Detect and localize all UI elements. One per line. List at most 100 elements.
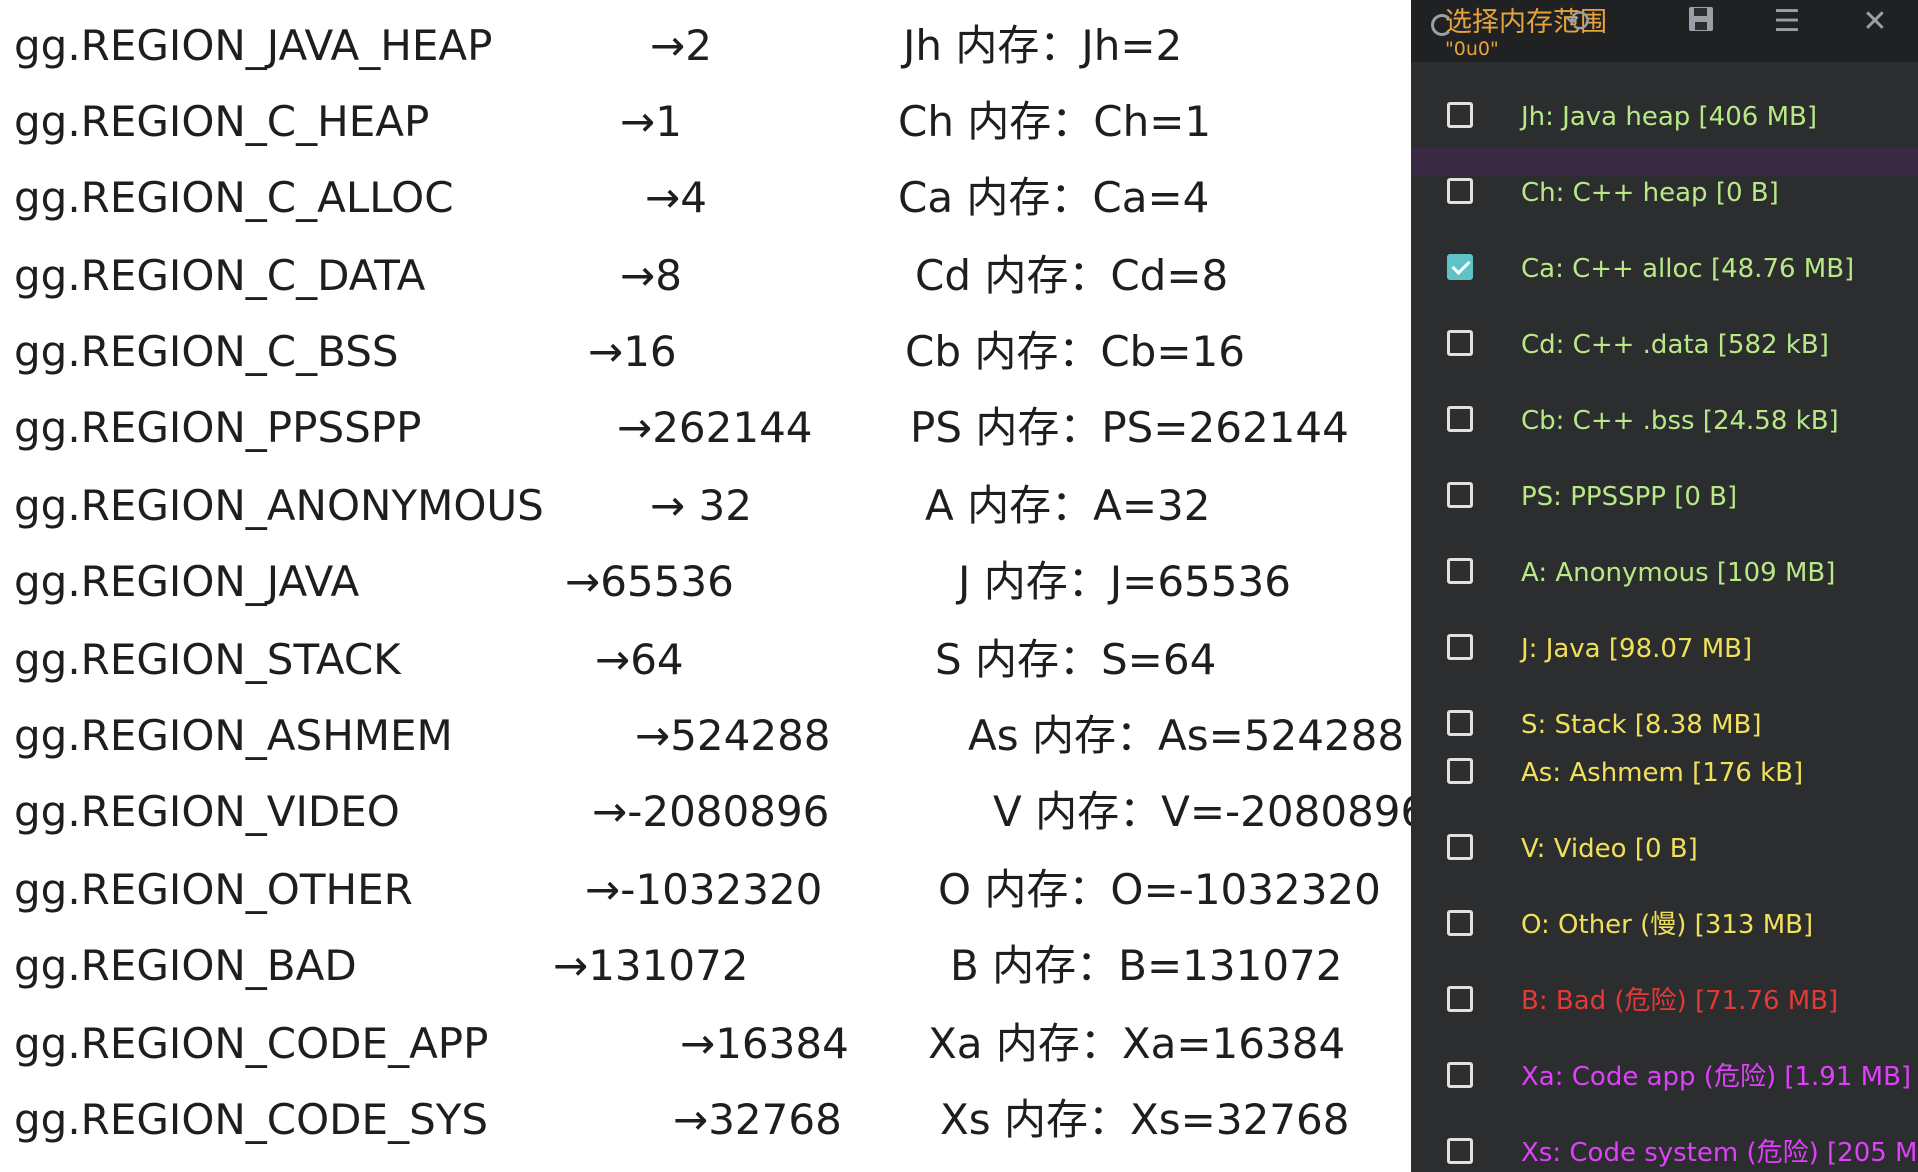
region-checkbox[interactable] <box>1447 710 1473 736</box>
dialog-subtitle: "0u0" <box>1445 38 1499 60</box>
region-row: gg.REGION_STACK →64 S 内存：S=64 <box>0 622 1411 698</box>
region-row: gg.REGION_VIDEO →-2080896 V 内存：V=-2080896 <box>0 774 1427 850</box>
region-note: PS 内存：PS=262144 <box>910 403 1349 452</box>
region-checkbox[interactable] <box>1447 406 1473 432</box>
region-label: Ca: C++ alloc [48.76 MB] <box>1521 254 1855 284</box>
memory-region-item[interactable]: Xa: Code app (危险) [1.91 MB] <box>1411 1046 1918 1108</box>
region-note: A 内存：A=32 <box>925 481 1211 530</box>
region-constant: gg.REGION_VIDEO <box>14 787 400 836</box>
region-note: O 内存：O=-1032320 <box>938 865 1381 914</box>
memory-region-item[interactable]: Xs: Code system (危险) [205 M <box>1411 1122 1918 1172</box>
region-constant: gg.REGION_C_HEAP <box>14 97 430 146</box>
region-checkbox[interactable] <box>1447 1138 1473 1164</box>
region-value: →131072 <box>553 941 749 990</box>
region-value: →262144 <box>617 403 813 452</box>
memory-region-item[interactable]: PS: PPSSPP [0 B] <box>1411 466 1918 528</box>
region-value: →32768 <box>673 1095 842 1144</box>
region-value: → 32 <box>650 481 752 530</box>
region-value: →-2080896 <box>592 787 830 836</box>
region-row: gg.REGION_OTHER →-1032320 O 内存：O=-1032320 <box>0 852 1411 928</box>
region-checkbox[interactable] <box>1447 330 1473 356</box>
region-checkbox[interactable] <box>1447 758 1473 784</box>
region-label: V: Video [0 B] <box>1521 834 1698 864</box>
region-checkbox[interactable] <box>1447 910 1473 936</box>
region-checkbox[interactable] <box>1447 254 1473 280</box>
memory-range-dialog: 选择内存范围 "0u0" ⟲ ☰ ✕ Jh: Java heap [406 MB… <box>1411 0 1918 1172</box>
region-value: →8 <box>620 251 682 300</box>
region-label: Cb: C++ .bss [24.58 kB] <box>1521 406 1839 436</box>
region-row: gg.REGION_CODE_SYS →32768 Xs 内存：Xs=32768 <box>0 1082 1411 1158</box>
region-constant: gg.REGION_C_ALLOC <box>14 173 454 222</box>
region-label: Xs: Code system (危险) [205 M <box>1521 1138 1918 1168</box>
refresh-icon[interactable]: ⟲ <box>1559 4 1595 40</box>
memory-region-item[interactable]: J: Java [98.07 MB] <box>1411 618 1918 680</box>
region-value: →16384 <box>680 1019 849 1068</box>
region-note: Cd 内存：Cd=8 <box>915 251 1229 300</box>
region-label: J: Java [98.07 MB] <box>1521 634 1753 664</box>
region-row: gg.REGION_C_DATA →8 Cd 内存：Cd=8 <box>0 238 1411 314</box>
region-row: gg.REGION_C_HEAP →1 Ch 内存：Ch=1 <box>0 84 1411 160</box>
save-icon[interactable] <box>1683 4 1719 40</box>
region-constant: gg.REGION_JAVA_HEAP <box>14 21 493 70</box>
region-row: gg.REGION_CODE_APP →16384 Xa 内存：Xa=16384 <box>0 1006 1411 1082</box>
region-note: B 内存：B=131072 <box>950 941 1343 990</box>
region-value: →16 <box>588 327 677 376</box>
region-checkbox[interactable] <box>1447 1062 1473 1088</box>
region-label: PS: PPSSPP [0 B] <box>1521 482 1738 512</box>
memory-region-item[interactable]: V: Video [0 B] <box>1411 818 1918 880</box>
close-icon[interactable]: ✕ <box>1857 4 1893 40</box>
region-label: Ch: C++ heap [0 B] <box>1521 178 1779 208</box>
region-note: Ca 内存：Ca=4 <box>898 173 1210 222</box>
region-label: B: Bad (危险) [71.76 MB] <box>1521 986 1839 1016</box>
region-constant: gg.REGION_STACK <box>14 635 401 684</box>
region-note: Ch 内存：Ch=1 <box>898 97 1212 146</box>
region-checkbox[interactable] <box>1447 634 1473 660</box>
reference-slide: gg.REGION_JAVA_HEAP →2 Jh 内存：Jh=2 gg.REGION… <box>0 0 1427 1172</box>
region-label: As: Ashmem [176 kB] <box>1521 758 1804 788</box>
region-constant: gg.REGION_ASHMEM <box>14 711 453 760</box>
region-checkbox[interactable] <box>1447 482 1473 508</box>
region-value: →-1032320 <box>585 865 823 914</box>
region-constant: gg.REGION_C_BSS <box>14 327 399 376</box>
list-icon[interactable]: ☰ <box>1769 4 1805 40</box>
region-label: Jh: Java heap [406 MB] <box>1521 102 1817 132</box>
region-checkbox[interactable] <box>1447 834 1473 860</box>
region-label: A: Anonymous [109 MB] <box>1521 558 1836 588</box>
region-value: →4 <box>645 173 707 222</box>
memory-region-item[interactable]: Jh: Java heap [406 MB] <box>1411 86 1918 148</box>
region-checkbox[interactable] <box>1447 178 1473 204</box>
region-constant: gg.REGION_JAVA <box>14 557 360 606</box>
region-note: Jh 内存：Jh=2 <box>903 21 1183 70</box>
region-row: gg.REGION_BAD →131072 B 内存：B=131072 <box>0 928 1411 1004</box>
memory-region-item[interactable]: Ca: C++ alloc [48.76 MB] <box>1411 238 1918 300</box>
region-checkbox[interactable] <box>1447 986 1473 1012</box>
region-constant: gg.REGION_ANONYMOUS <box>14 481 544 530</box>
region-checkbox[interactable] <box>1447 558 1473 584</box>
region-row: gg.REGION_ANONYMOUS → 32 A 内存：A=32 <box>0 468 1411 544</box>
region-constant: gg.REGION_PPSSPP <box>14 403 422 452</box>
region-label: Xa: Code app (危险) [1.91 MB] <box>1521 1062 1912 1092</box>
region-constant: gg.REGION_OTHER <box>14 865 413 914</box>
region-constant: gg.REGION_BAD <box>14 941 357 990</box>
memory-region-item[interactable]: O: Other (慢) [313 MB] <box>1411 894 1918 956</box>
region-note: Cb 内存：Cb=16 <box>905 327 1245 376</box>
memory-region-item[interactable]: B: Bad (危险) [71.76 MB] <box>1411 970 1918 1032</box>
memory-region-item[interactable]: A: Anonymous [109 MB] <box>1411 542 1918 604</box>
region-note: J 内存：J=65536 <box>958 557 1291 606</box>
region-constant: gg.REGION_C_DATA <box>14 251 426 300</box>
memory-region-item[interactable]: Cb: C++ .bss [24.58 kB] <box>1411 390 1918 452</box>
region-row: gg.REGION_C_ALLOC →4 Ca 内存：Ca=4 <box>0 160 1411 236</box>
region-row: gg.REGION_ASHMEM →524288 As 内存：As=524288 <box>0 698 1411 774</box>
region-value: →1 <box>620 97 682 146</box>
region-value: →64 <box>595 635 684 684</box>
dialog-header: 选择内存范围 "0u0" ⟲ ☰ ✕ <box>1411 0 1918 62</box>
region-note: S 内存：S=64 <box>935 635 1217 684</box>
memory-region-item[interactable]: Cd: C++ .data [582 kB] <box>1411 314 1918 376</box>
memory-region-item[interactable]: Ch: C++ heap [0 B] <box>1411 162 1918 224</box>
region-checkbox[interactable] <box>1447 102 1473 128</box>
memory-region-item[interactable]: As: Ashmem [176 kB] <box>1411 742 1918 804</box>
region-note: V 内存：V=-2080896 <box>993 787 1428 836</box>
region-row: gg.REGION_JAVA_HEAP →2 Jh 内存：Jh=2 <box>0 8 1411 84</box>
region-row: gg.REGION_C_BSS →16 Cb 内存：Cb=16 <box>0 314 1411 390</box>
region-value: →65536 <box>565 557 734 606</box>
